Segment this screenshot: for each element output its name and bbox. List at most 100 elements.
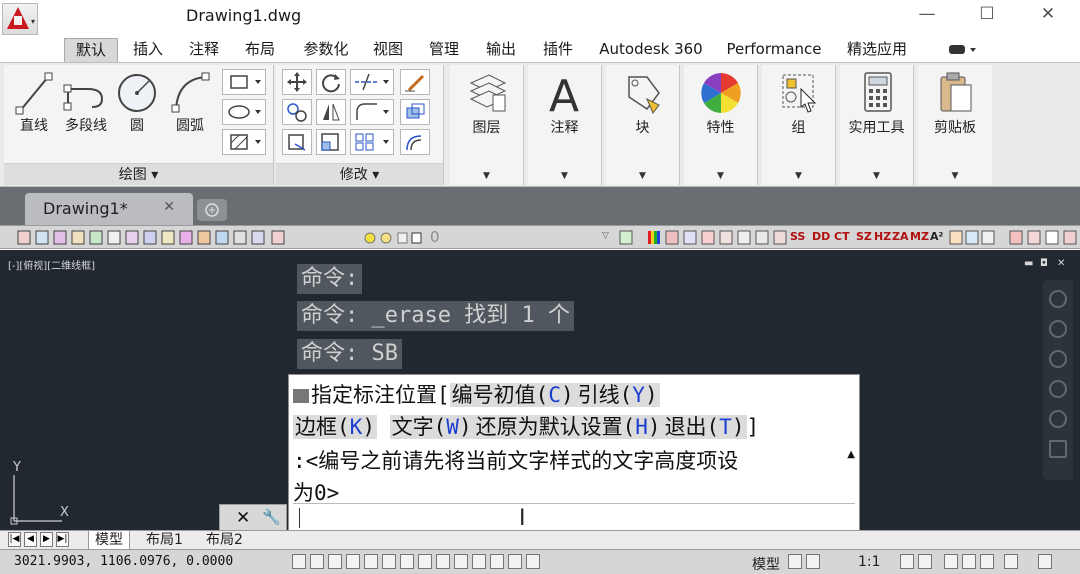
copy-tool[interactable] <box>282 99 312 125</box>
close-icon[interactable]: ✕ <box>163 199 175 215</box>
minimize-button[interactable]: — <box>915 4 939 24</box>
new-tab-button[interactable] <box>197 199 227 221</box>
command-prompt-icon[interactable] <box>293 389 309 403</box>
quick-view-layouts-icon[interactable] <box>788 554 802 569</box>
quick-properties-icon[interactable] <box>508 554 522 569</box>
dim-button-hz[interactable]: HZ <box>874 230 891 243</box>
otrack-icon[interactable] <box>418 554 432 569</box>
lineweight-icon[interactable] <box>472 554 486 569</box>
current-layer-value[interactable]: 0 <box>430 228 440 246</box>
hardware-acceleration-icon[interactable] <box>980 554 994 569</box>
dim-button-sz[interactable]: SZ <box>856 230 872 243</box>
tab-output[interactable]: 输出 <box>479 38 523 62</box>
annotation-panel-button[interactable]: A 注释 ▼ <box>528 65 602 185</box>
isolate-objects-icon[interactable] <box>1004 554 1018 569</box>
dim-button-ss[interactable]: SS <box>790 230 805 243</box>
circle-tool[interactable]: 圆 <box>114 69 160 135</box>
auto-scale-icon[interactable] <box>918 554 932 569</box>
steering-wheel-icon[interactable] <box>1049 320 1067 338</box>
selection-cycling-icon[interactable] <box>526 554 540 569</box>
model-space-label[interactable]: 模型 <box>752 554 780 574</box>
zoom-icon[interactable] <box>1049 380 1067 398</box>
layer-state-icons[interactable] <box>362 227 432 249</box>
transparency-icon[interactable] <box>490 554 504 569</box>
application-menu-button[interactable]: ▾ <box>2 3 38 35</box>
prev-layout-button[interactable]: ◀ <box>24 532 37 547</box>
quick-view-drawings-icon[interactable] <box>806 554 820 569</box>
properties-panel-button[interactable]: 特性 ▼ <box>684 65 758 185</box>
group-panel-button[interactable]: 组 ▼ <box>762 65 836 185</box>
annotation-scale[interactable]: 1:1 <box>858 554 881 570</box>
coordinates-readout[interactable]: 3021.9903, 1106.0976, 0.0000 <box>14 554 233 569</box>
tab-performance[interactable]: Performance <box>722 38 826 62</box>
snap-icon[interactable] <box>310 554 324 569</box>
tab-parametric[interactable]: 参数化 <box>296 38 356 62</box>
orbit-icon[interactable] <box>1049 410 1067 428</box>
file-tab-drawing1[interactable]: Drawing1* ✕ <box>25 193 193 225</box>
close-command-line-button[interactable]: ✕ <box>236 508 250 528</box>
arc-tool[interactable]: 圆弧 <box>166 69 214 135</box>
close-button[interactable]: ✕ <box>1036 4 1060 24</box>
option-exit[interactable]: 退出(T) <box>662 415 747 439</box>
dim-button-za[interactable]: ZA <box>892 230 909 243</box>
custom-toolbar-icons[interactable] <box>16 227 296 249</box>
maximize-button[interactable]: ☐ <box>975 4 999 24</box>
pan-icon[interactable] <box>1049 350 1067 368</box>
move-tool[interactable] <box>282 69 312 95</box>
viewport-minimize-button[interactable]: ▬ <box>1024 258 1033 269</box>
option-border[interactable]: 边框(K) <box>293 415 377 439</box>
tab-layout1[interactable]: 布局1 <box>140 531 189 550</box>
utilities-panel-button[interactable]: 实用工具 ▼ <box>840 65 914 185</box>
option-leader[interactable]: 引线(Y) <box>575 383 660 407</box>
tab-plugins[interactable]: 插件 <box>536 38 580 62</box>
tab-autodesk-360[interactable]: Autodesk 360 <box>594 38 708 62</box>
dim-button-a2[interactable]: A² <box>930 230 943 243</box>
tab-view[interactable]: 视图 <box>366 38 410 62</box>
trim-tool[interactable] <box>350 69 394 95</box>
style-toolbar-icons[interactable] <box>618 227 788 249</box>
scroll-up-icon[interactable]: ▲ <box>847 449 855 460</box>
first-layout-button[interactable]: |◀ <box>8 532 21 547</box>
option-text[interactable]: 文字(W) <box>389 415 474 439</box>
modify-group-title[interactable]: 修改 ▾ <box>276 163 443 185</box>
tab-model[interactable]: 模型 <box>88 531 130 550</box>
erase-tool[interactable] <box>400 69 430 95</box>
tab-insert[interactable]: 插入 <box>126 38 170 62</box>
draw-group-title[interactable]: 绘图 ▾ <box>4 163 273 185</box>
viewport-close-button[interactable]: ✕ <box>1057 258 1065 269</box>
ortho-icon[interactable] <box>346 554 360 569</box>
option-reset-default[interactable]: 还原为默认设置(H) <box>473 415 663 439</box>
viewport-restore-button[interactable]: ◘ <box>1040 258 1048 269</box>
customize-wrench-icon[interactable]: 🔧 <box>262 508 281 526</box>
dim-button-dd[interactable]: DD <box>812 230 830 243</box>
explode-tool[interactable] <box>400 99 430 125</box>
viewport-label[interactable]: [-][俯视][二维线框] <box>8 257 95 272</box>
workspace-gear-icon[interactable] <box>944 554 958 569</box>
dim-button-mz[interactable]: MZ <box>910 230 929 243</box>
showmotion-icon[interactable] <box>1049 440 1067 458</box>
grid-icon[interactable] <box>328 554 342 569</box>
offset-tool[interactable] <box>400 129 430 155</box>
scale-tool[interactable] <box>316 129 346 155</box>
stretch-tool[interactable] <box>282 129 312 155</box>
next-layout-button[interactable]: ▶ <box>40 532 53 547</box>
polar-icon[interactable] <box>364 554 378 569</box>
viewcube-icon[interactable] <box>1049 290 1067 308</box>
last-layout-button[interactable]: ▶| <box>56 532 69 547</box>
layers-panel-button[interactable]: 图层 ▼ <box>450 65 524 185</box>
dim-button-ct[interactable]: CT <box>834 230 850 243</box>
tab-layout[interactable]: 布局 <box>238 38 282 62</box>
ducs-icon[interactable] <box>436 554 450 569</box>
polyline-tool[interactable]: 多段线 <box>60 69 112 135</box>
dyn-input-icon[interactable] <box>454 554 468 569</box>
ribbon-display-toggle[interactable] <box>946 42 980 58</box>
tab-default[interactable]: 默认 <box>64 38 118 62</box>
clean-screen-icon[interactable] <box>1038 554 1052 569</box>
tab-featured-apps[interactable]: 精选应用 <box>840 38 914 62</box>
rotate-tool[interactable] <box>316 69 346 95</box>
infer-constraints-icon[interactable] <box>292 554 306 569</box>
line-tool[interactable]: 直线 <box>12 69 56 135</box>
tab-layout2[interactable]: 布局2 <box>200 531 249 550</box>
layer-dropdown-chevron-icon[interactable]: ▽ <box>602 231 609 241</box>
array-tool[interactable] <box>350 129 394 155</box>
